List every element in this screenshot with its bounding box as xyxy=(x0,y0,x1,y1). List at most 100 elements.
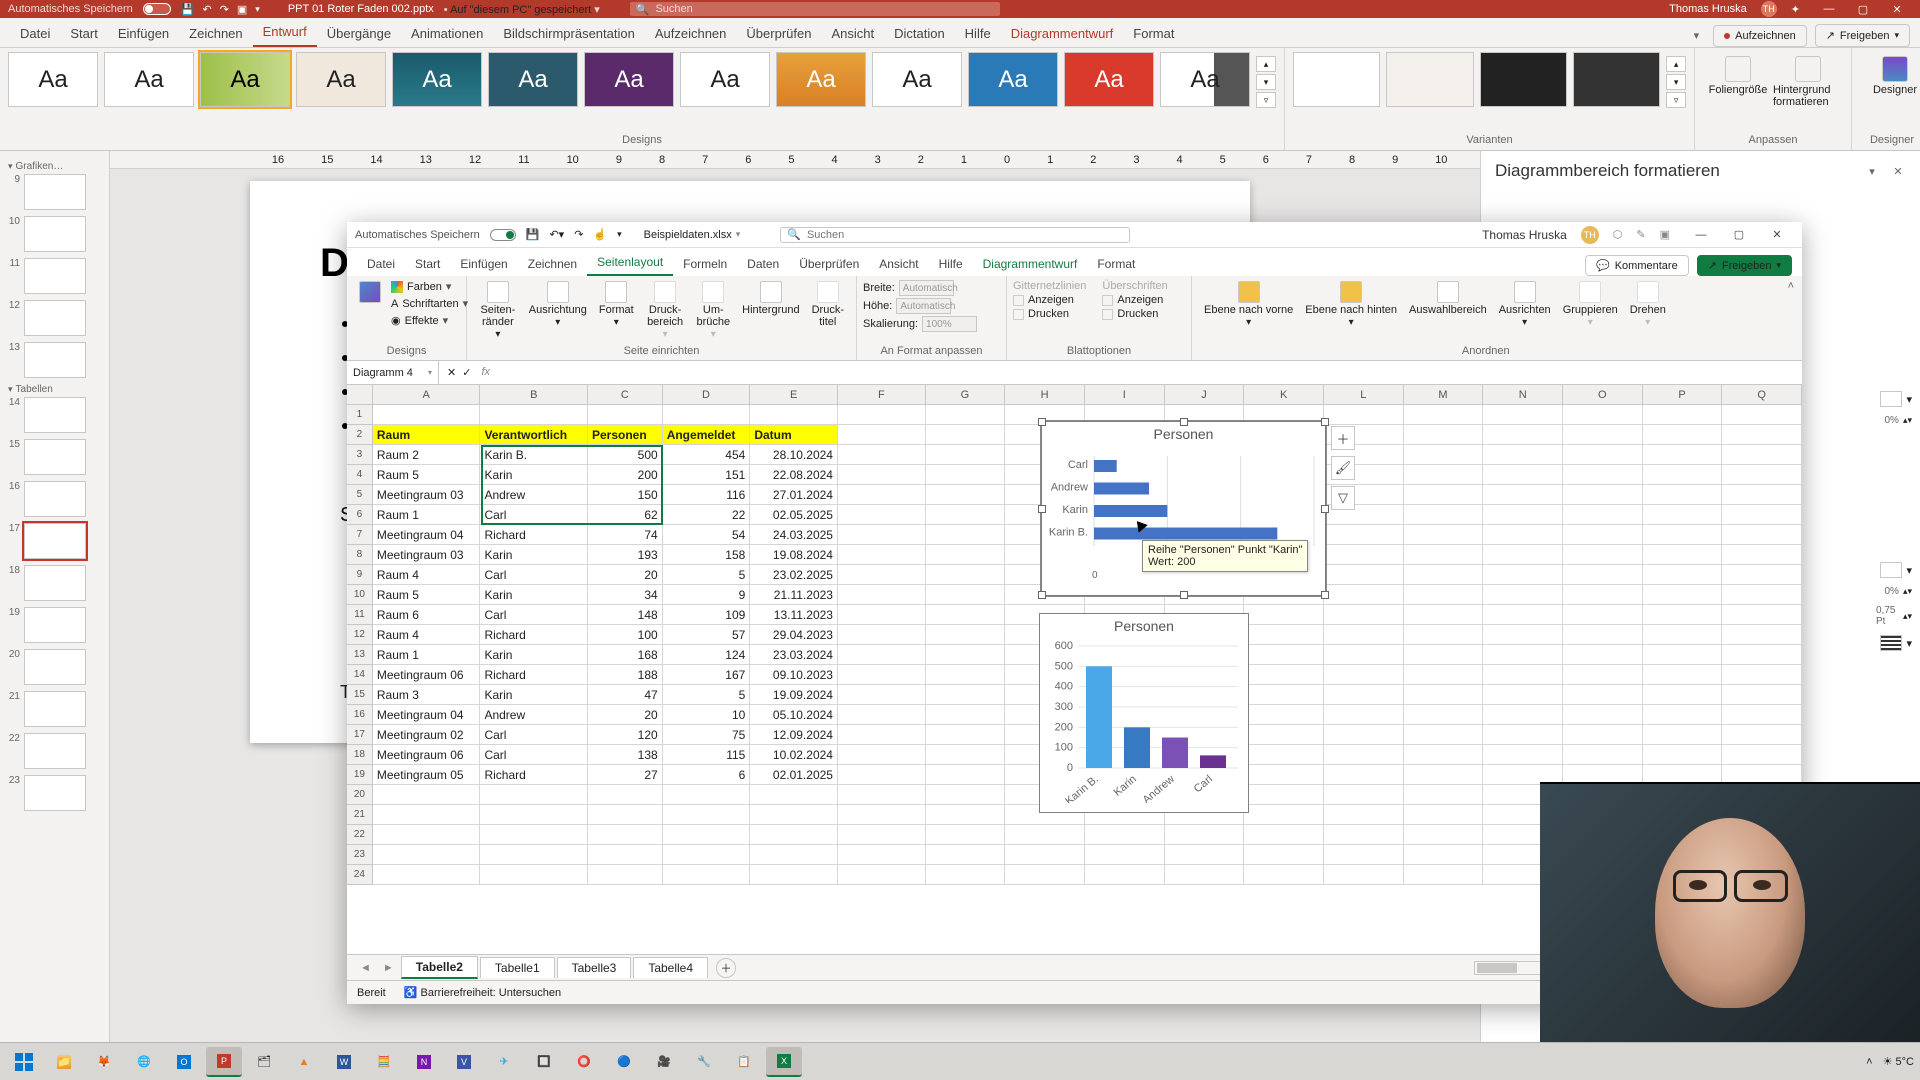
fullscreen-icon[interactable]: ▣ xyxy=(1660,228,1670,241)
xtab-start[interactable]: Start xyxy=(405,252,450,276)
cell[interactable] xyxy=(926,405,1006,425)
cell[interactable] xyxy=(1563,425,1643,445)
cell[interactable]: 10 xyxy=(663,705,751,725)
cell[interactable]: Carl xyxy=(480,605,588,625)
cell[interactable]: 27.01.2024 xyxy=(750,485,838,505)
cell[interactable]: Meetingraum 04 xyxy=(373,525,481,545)
variant-more-icon[interactable]: ▿ xyxy=(1666,92,1686,108)
cell[interactable] xyxy=(1404,665,1484,685)
tab-animationen[interactable]: Animationen xyxy=(401,20,493,47)
xtab-datei[interactable]: Datei xyxy=(357,252,405,276)
cell[interactable] xyxy=(838,445,926,465)
background-button[interactable]: Hintergrund xyxy=(736,279,805,342)
redo-icon[interactable]: ↷ xyxy=(574,228,583,241)
cell[interactable] xyxy=(1244,645,1324,665)
cell[interactable]: 200 xyxy=(588,465,663,485)
qat-more-icon[interactable]: ▾ xyxy=(255,4,260,15)
cell[interactable]: Andrew xyxy=(480,485,588,505)
sheet-tab[interactable]: Tabelle4 xyxy=(633,957,708,978)
user-avatar[interactable]: TH xyxy=(1761,1,1777,17)
tray-overflow-icon[interactable]: ˄ xyxy=(1866,1056,1872,1068)
variant-2[interactable] xyxy=(1386,52,1473,107)
cell[interactable] xyxy=(1563,465,1643,485)
cell[interactable]: 5 xyxy=(663,685,751,705)
cell[interactable] xyxy=(1722,485,1802,505)
chart-plot-area[interactable]: 0100200300400500600Karin B.KarinAndrewCa… xyxy=(1040,638,1250,803)
cell[interactable] xyxy=(1643,505,1723,525)
cell[interactable] xyxy=(1244,685,1324,705)
cell[interactable] xyxy=(1643,525,1723,545)
cell[interactable]: Raum 2 xyxy=(373,445,481,465)
tab-entwurf[interactable]: Entwurf xyxy=(253,18,317,47)
save-icon[interactable]: 💾 xyxy=(526,228,540,241)
cell[interactable] xyxy=(1404,765,1484,785)
draw-icon[interactable]: ✎ xyxy=(1636,228,1645,241)
cell[interactable] xyxy=(926,785,1006,805)
app-icon[interactable]: 🔧 xyxy=(686,1047,722,1077)
cell[interactable] xyxy=(588,845,663,865)
chart-elements-icon[interactable]: ＋ xyxy=(1331,426,1355,450)
design-theme-11[interactable]: Aa xyxy=(968,52,1058,107)
cell[interactable] xyxy=(1722,465,1802,485)
cell[interactable]: 138 xyxy=(588,745,663,765)
cell[interactable] xyxy=(373,785,481,805)
cell[interactable] xyxy=(1404,705,1484,725)
vlc-icon[interactable]: ▲ xyxy=(286,1047,322,1077)
cell[interactable] xyxy=(926,825,1006,845)
themes-button[interactable] xyxy=(353,279,387,328)
tab-ansicht[interactable]: Ansicht xyxy=(821,20,884,47)
cell[interactable] xyxy=(1244,805,1324,825)
cell[interactable] xyxy=(1483,585,1563,605)
cell[interactable] xyxy=(1563,445,1643,465)
cell[interactable] xyxy=(1324,625,1404,645)
start-button[interactable] xyxy=(6,1047,42,1077)
cell[interactable] xyxy=(1563,665,1643,685)
cell[interactable] xyxy=(838,665,926,685)
cell[interactable] xyxy=(1404,625,1484,645)
cell[interactable] xyxy=(838,625,926,645)
cell[interactable]: 19.09.2024 xyxy=(750,685,838,705)
dropdown-icon[interactable]: ▾ xyxy=(1906,637,1912,650)
cell[interactable] xyxy=(663,865,751,885)
cell[interactable] xyxy=(1483,625,1563,645)
cell[interactable] xyxy=(1404,685,1484,705)
cell[interactable] xyxy=(1563,705,1643,725)
slide-thumbnail[interactable]: 21 xyxy=(6,691,103,727)
cell[interactable]: 12.09.2024 xyxy=(750,725,838,745)
tab-ueberpruefen[interactable]: Überprüfen xyxy=(736,20,821,47)
cell[interactable]: 158 xyxy=(663,545,751,565)
cell[interactable]: Meetingraum 06 xyxy=(373,665,481,685)
cell[interactable]: 34 xyxy=(588,585,663,605)
cell[interactable] xyxy=(1643,685,1723,705)
cell[interactable]: 09.10.2023 xyxy=(750,665,838,685)
cell[interactable]: Richard xyxy=(480,525,588,545)
cell[interactable]: 150 xyxy=(588,485,663,505)
column-header[interactable]: C xyxy=(588,385,663,404)
cell[interactable] xyxy=(926,705,1006,725)
slide-thumbnail[interactable]: 17 xyxy=(6,523,103,559)
cell[interactable] xyxy=(926,645,1006,665)
cell[interactable] xyxy=(1324,725,1404,745)
cell[interactable] xyxy=(663,845,751,865)
cell[interactable] xyxy=(1483,745,1563,765)
cell[interactable] xyxy=(1563,485,1643,505)
column-headers[interactable]: ABCDEFGHIJKLMNOPQ xyxy=(347,385,1802,405)
cell[interactable] xyxy=(1244,845,1324,865)
cell[interactable]: Raum 5 xyxy=(373,585,481,605)
cell[interactable]: 20 xyxy=(588,705,663,725)
cell[interactable]: 6 xyxy=(663,765,751,785)
cell[interactable] xyxy=(926,545,1006,565)
cell[interactable] xyxy=(373,825,481,845)
cell[interactable]: Karin B. xyxy=(480,445,588,465)
cell[interactable] xyxy=(1563,745,1643,765)
coming-soon-icon[interactable]: ✦ xyxy=(1791,3,1800,16)
cell[interactable] xyxy=(838,825,926,845)
cell[interactable] xyxy=(1722,405,1802,425)
app-icon[interactable]: 📋 xyxy=(726,1047,762,1077)
cell[interactable]: 47 xyxy=(588,685,663,705)
cell[interactable] xyxy=(1643,545,1723,565)
cell[interactable]: Karin xyxy=(480,545,588,565)
cell[interactable] xyxy=(926,565,1006,585)
line-color-swatch[interactable] xyxy=(1880,562,1902,578)
word-icon[interactable]: W xyxy=(326,1047,362,1077)
